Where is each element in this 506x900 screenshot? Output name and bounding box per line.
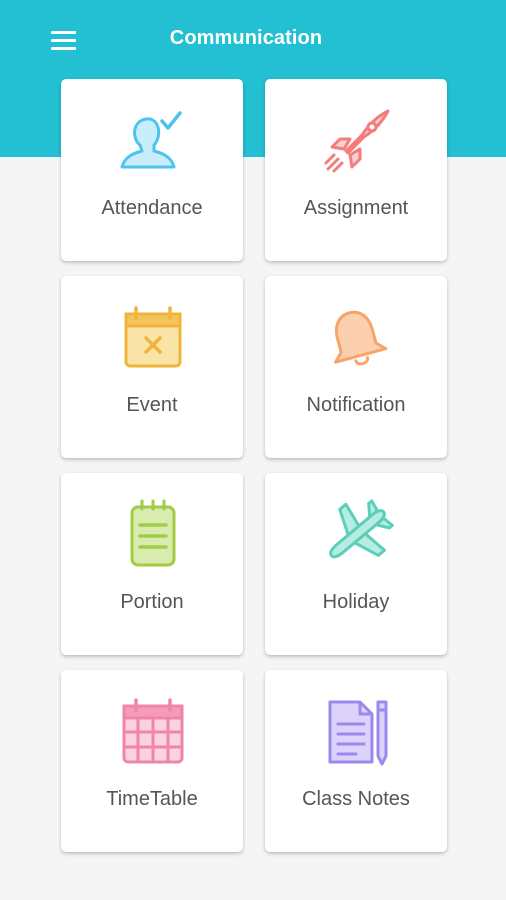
document-pen-icon <box>316 692 396 772</box>
class-notes-tile[interactable]: Class Notes <box>265 670 447 852</box>
tile-label: Assignment <box>303 197 409 219</box>
calendar-x-icon <box>112 298 192 378</box>
tile-label: Notification <box>306 394 406 416</box>
calendar-grid-icon <box>112 692 192 772</box>
portion-tile[interactable]: Portion <box>61 473 243 655</box>
tile-label: TimeTable <box>106 788 198 810</box>
notepad-icon <box>112 495 192 575</box>
rocket-icon <box>316 101 396 181</box>
tile-label: Holiday <box>322 591 390 613</box>
airplane-icon <box>316 495 396 575</box>
event-tile[interactable]: Event <box>61 276 243 458</box>
bell-icon <box>316 298 396 378</box>
assignment-tile[interactable]: Assignment <box>265 79 447 261</box>
timetable-tile[interactable]: TimeTable <box>61 670 243 852</box>
tile-label: Class Notes <box>302 788 410 810</box>
notification-tile[interactable]: Notification <box>265 276 447 458</box>
tile-label: Portion <box>120 591 184 613</box>
holiday-tile[interactable]: Holiday <box>265 473 447 655</box>
person-check-icon <box>112 101 192 181</box>
page-title: Communication <box>169 27 323 49</box>
attendance-tile[interactable]: Attendance <box>61 79 243 261</box>
tile-label: Attendance <box>101 197 203 219</box>
tile-label: Event <box>126 394 178 416</box>
